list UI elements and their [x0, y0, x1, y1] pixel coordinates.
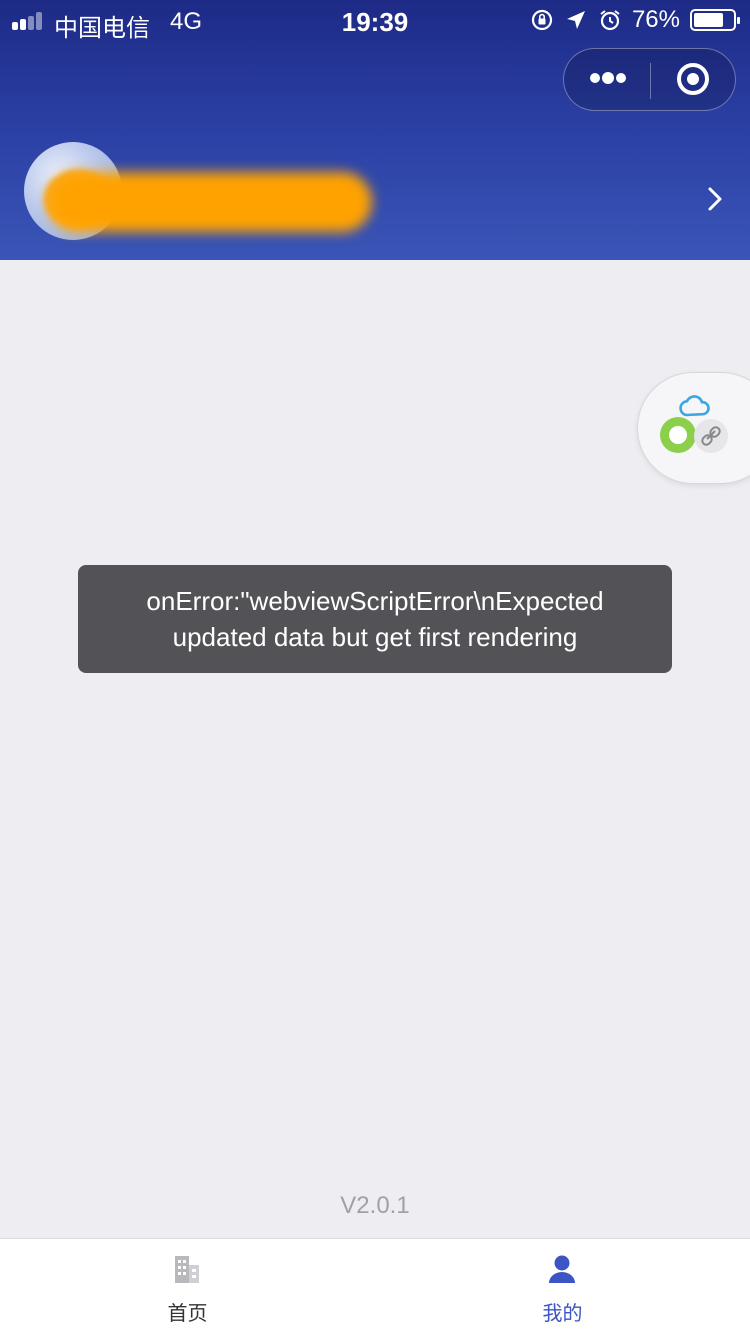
battery-level-fill	[694, 13, 723, 27]
alarm-icon	[600, 10, 620, 31]
status-bar: 中国电信 4G 19:39 76%	[0, 0, 750, 42]
close-button[interactable]	[651, 49, 737, 109]
link-icon	[694, 419, 728, 453]
tab-mine[interactable]: 我的	[375, 1239, 750, 1334]
cloud-icon	[679, 395, 710, 417]
tab-home-label: 首页	[167, 1303, 208, 1325]
building-icon	[175, 1256, 199, 1283]
location-arrow-icon	[566, 11, 585, 29]
toast-line-1: onError:"webviewScriptError\nExpected	[146, 586, 604, 616]
mini-program-screen: 中国电信 4G 19:39 76% onError:"webviewScript…	[0, 0, 750, 1334]
target-close-icon	[677, 63, 709, 95]
error-toast: onError:"webviewScriptError\nExpected up…	[78, 565, 672, 673]
user-icon	[549, 1255, 575, 1283]
floating-widget[interactable]	[637, 372, 750, 484]
capsule-menu	[563, 48, 736, 111]
more-dots-icon	[590, 73, 600, 83]
user-name-redacted	[48, 172, 372, 232]
chevron-right-icon	[708, 187, 722, 211]
more-dots-icon-right	[616, 73, 626, 83]
tab-mine-label: 我的	[542, 1303, 583, 1325]
status-icons: 76%	[530, 6, 740, 34]
battery-percent: 76%	[631, 6, 680, 33]
green-app-icon	[660, 417, 696, 453]
more-button[interactable]	[564, 49, 650, 109]
rotation-lock-icon	[531, 9, 553, 31]
profile-entry[interactable]	[0, 140, 750, 240]
more-dots-icon-center	[602, 72, 614, 84]
tab-home[interactable]: 首页	[0, 1239, 375, 1334]
version-label: V2.0.1	[340, 1192, 410, 1219]
tab-bar: 首页 我的	[0, 1238, 750, 1334]
toast-line-2: updated data but get first rendering	[172, 622, 578, 652]
profile-header: 中国电信 4G 19:39 76%	[0, 0, 750, 260]
battery-icon	[690, 9, 740, 31]
